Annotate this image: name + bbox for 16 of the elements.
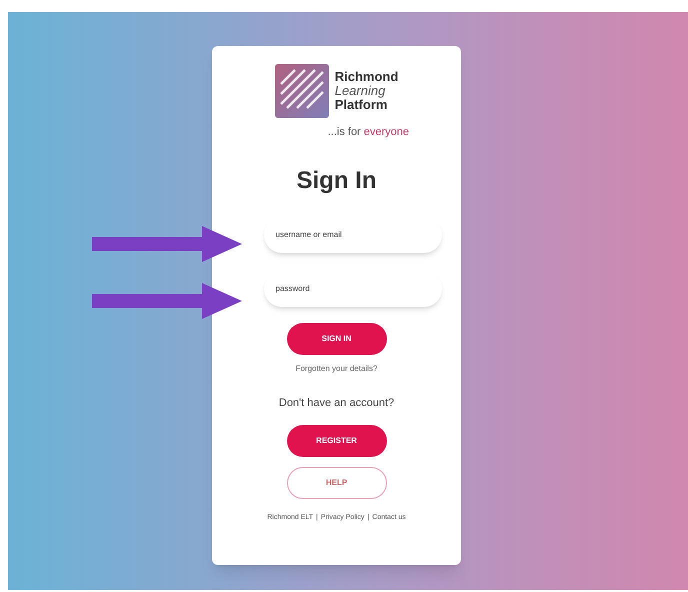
arrow-icon <box>92 283 242 319</box>
help-button[interactable]: HELP <box>286 467 386 499</box>
tagline-highlight: everyone <box>364 125 409 140</box>
input-field[interactable]: password <box>264 270 442 306</box>
forgot-details-link[interactable]: Forgotten your details? <box>296 362 378 374</box>
logo-text: Learning <box>334 84 386 98</box>
sign-in-button[interactable]: SIGN IN <box>286 322 386 354</box>
logo-text: Richmond <box>334 70 398 84</box>
register-prompt: Don't have an account? <box>278 396 394 410</box>
page-heading: Sign In <box>296 166 376 196</box>
input-field[interactable]: username or email <box>264 216 442 252</box>
register-button[interactable]: REGISTER <box>286 425 386 457</box>
logo-text: Platform <box>334 98 388 112</box>
tagline-text: ...is for <box>328 125 361 140</box>
arrow-icon <box>92 226 242 262</box>
striped-square-logo-icon <box>274 64 329 118</box>
